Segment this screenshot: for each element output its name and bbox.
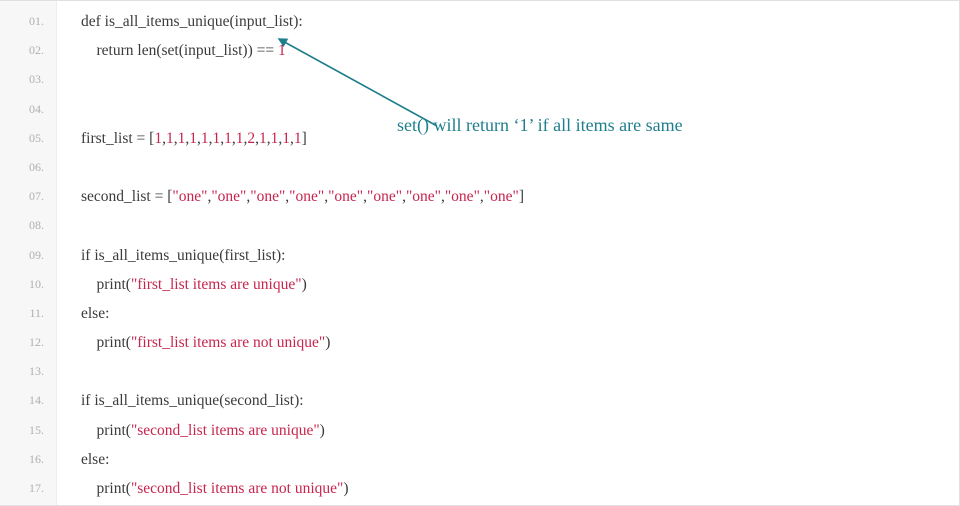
line-number: 15.: [0, 416, 56, 445]
code-token: 1: [154, 130, 162, 147]
code-token: return len(set(input_list)) ==: [81, 42, 278, 59]
code-token: "one": [367, 188, 402, 205]
code-line: second_list = ["one","one","one","one","…: [81, 182, 959, 211]
code-line: def is_all_items_unique(input_list):: [81, 7, 959, 36]
code-token: "second_list items are unique": [131, 422, 320, 439]
line-number: 10.: [0, 270, 56, 299]
code-token: if is_all_items_unique(second_list):: [81, 392, 304, 409]
code-token: "one": [289, 188, 324, 205]
code-token: print(: [81, 276, 131, 293]
code-token: 1: [201, 130, 209, 147]
line-number: 04.: [0, 95, 56, 124]
code-token: "second_list items are not unique": [131, 480, 343, 497]
code-token: ): [302, 276, 307, 293]
code-token: ): [343, 480, 348, 497]
code-token: "one": [211, 188, 246, 205]
code-line: [81, 153, 959, 182]
code-area: set() will return ‘1’ if all items are s…: [57, 1, 959, 505]
code-token: "one": [484, 188, 519, 205]
code-token: "one": [172, 188, 207, 205]
code-token: second_list = [: [81, 188, 172, 205]
code-token: else:: [81, 305, 109, 322]
code-token: 2: [247, 130, 255, 147]
code-line: print("first_list items are unique"): [81, 270, 959, 299]
code-line: [81, 211, 959, 240]
line-number: 05.: [0, 124, 56, 153]
code-line: first_list = [1,1,1,1,1,1,1,1,2,1,1,1,1]: [81, 124, 959, 153]
code-token: "first_list items are not unique": [131, 334, 325, 351]
code-token: def is_all_items_unique(input_list):: [81, 13, 303, 30]
code-token: 1: [259, 130, 267, 147]
line-number-gutter: 01.02.03.04.05.06.07.08.09.10.11.12.13.1…: [0, 1, 57, 505]
code-token: ]: [302, 130, 307, 147]
code-token: 1: [189, 130, 197, 147]
code-line: if is_all_items_unique(first_list):: [81, 241, 959, 270]
code-block: 01.02.03.04.05.06.07.08.09.10.11.12.13.1…: [0, 0, 960, 506]
code-token: "first_list items are unique": [131, 276, 302, 293]
code-token: print(: [81, 480, 131, 497]
line-number: 14.: [0, 386, 56, 415]
line-number: 08.: [0, 211, 56, 240]
line-number: 12.: [0, 328, 56, 357]
code-token: first_list = [: [81, 130, 154, 147]
code-line: print("second_list items are not unique"…: [81, 474, 959, 503]
code-token: 1: [166, 130, 174, 147]
code-line: return len(set(input_list)) == 1: [81, 36, 959, 65]
code-token: ): [325, 334, 330, 351]
line-number: 03.: [0, 65, 56, 94]
line-number: 16.: [0, 445, 56, 474]
line-number: 13.: [0, 357, 56, 386]
line-number: 02.: [0, 36, 56, 65]
code-line: [81, 357, 959, 386]
code-token: 1: [282, 130, 290, 147]
code-token: ): [320, 422, 325, 439]
line-number: 07.: [0, 182, 56, 211]
code-token: else:: [81, 451, 109, 468]
code-line: else:: [81, 299, 959, 328]
code-token: 1: [294, 130, 302, 147]
code-token: if is_all_items_unique(first_list):: [81, 247, 286, 264]
line-number: 01.: [0, 7, 56, 36]
line-number: 17.: [0, 474, 56, 503]
code-token: 1: [224, 130, 232, 147]
code-line: [81, 95, 959, 124]
line-number: 06.: [0, 153, 56, 182]
code-line: if is_all_items_unique(second_list):: [81, 386, 959, 415]
code-line: else:: [81, 445, 959, 474]
code-line: [81, 65, 959, 94]
code-token: ]: [519, 188, 524, 205]
code-line: print("first_list items are not unique"): [81, 328, 959, 357]
code-token: print(: [81, 334, 131, 351]
code-token: print(: [81, 422, 131, 439]
code-line: print("second_list items are unique"): [81, 416, 959, 445]
code-token: "one": [250, 188, 285, 205]
code-token: "one": [406, 188, 441, 205]
code-token: "one": [328, 188, 363, 205]
line-number: 09.: [0, 241, 56, 270]
code-token: "one": [445, 188, 480, 205]
code-token: 1: [278, 42, 286, 59]
line-number: 11.: [0, 299, 56, 328]
